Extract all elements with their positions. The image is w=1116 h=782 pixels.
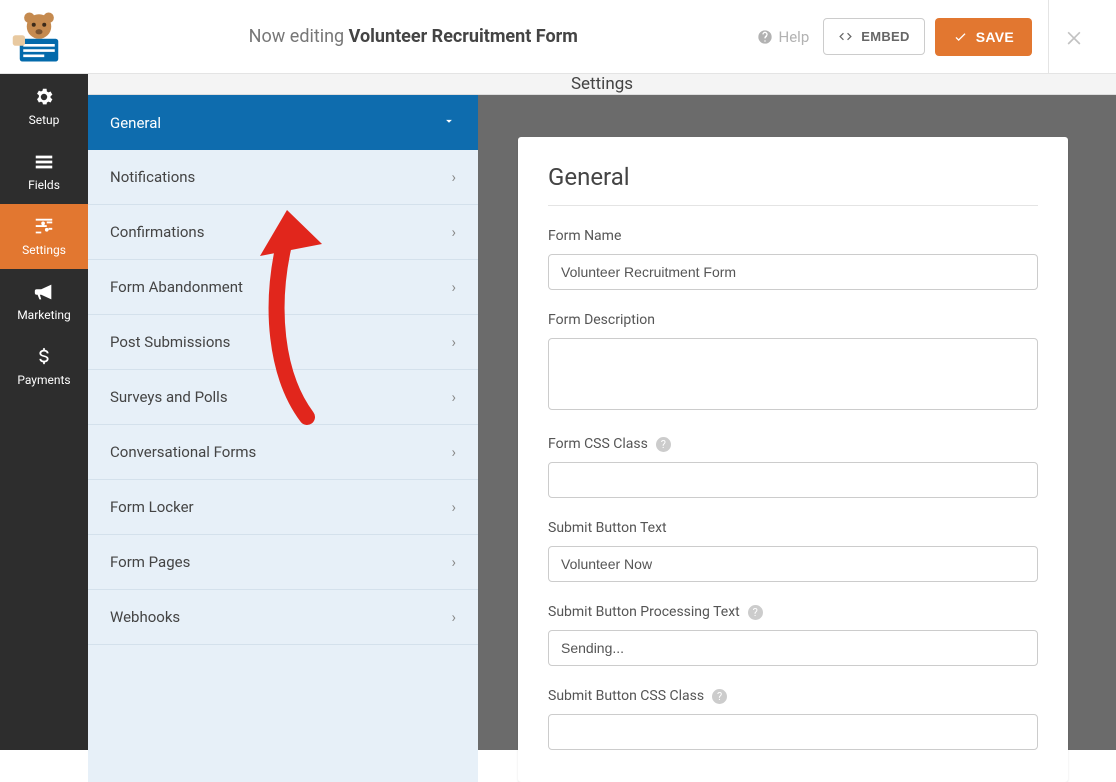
- chevron-down-icon: [442, 114, 456, 132]
- sidenav-label: Settings: [22, 243, 66, 257]
- chevron-right-icon: ›: [451, 608, 456, 626]
- chevron-right-icon: ›: [451, 223, 456, 241]
- nav-label: Post Submissions: [110, 333, 230, 351]
- help-link[interactable]: Help: [757, 28, 810, 46]
- submit-css-input[interactable]: [548, 714, 1038, 750]
- settings-nav-surveys[interactable]: Surveys and Polls ›: [88, 370, 478, 425]
- close-button[interactable]: [1048, 0, 1098, 74]
- chevron-right-icon: ›: [451, 168, 456, 186]
- sidenav-label: Payments: [17, 373, 70, 387]
- tab-title: Settings: [88, 74, 1116, 95]
- form-name-label: Form Name: [548, 228, 1038, 244]
- css-class-input[interactable]: [548, 462, 1038, 498]
- css-class-label: Form CSS Class ?: [548, 436, 1038, 452]
- help-label: Help: [779, 28, 810, 46]
- embed-button[interactable]: EMBED: [823, 18, 924, 55]
- submit-proc-input[interactable]: [548, 630, 1038, 666]
- form-desc-input[interactable]: [548, 338, 1038, 410]
- nav-label: Webhooks: [110, 608, 180, 626]
- settings-nav-post[interactable]: Post Submissions ›: [88, 315, 478, 370]
- sidenav-label: Setup: [29, 113, 60, 127]
- embed-label: EMBED: [861, 29, 909, 44]
- settings-nav: General Notifications › Confirmations › …: [88, 95, 478, 782]
- chevron-right-icon: ›: [451, 278, 456, 296]
- topbar: Now editing Volunteer Recruitment Form H…: [0, 0, 1116, 74]
- help-icon[interactable]: ?: [748, 605, 763, 620]
- close-icon: [1064, 27, 1084, 47]
- help-icon[interactable]: ?: [712, 689, 727, 704]
- nav-label: Form Abandonment: [110, 278, 243, 296]
- now-editing-label: Now editing: [249, 26, 344, 47]
- nav-label: Surveys and Polls: [110, 388, 228, 406]
- submit-proc-label: Submit Button Processing Text ?: [548, 604, 1038, 620]
- main: Setup Fields Settings Marketing Payments…: [0, 74, 1116, 750]
- save-label: SAVE: [976, 29, 1014, 45]
- settings-nav-confirmations[interactable]: Confirmations ›: [88, 205, 478, 260]
- nav-label: Form Locker: [110, 498, 194, 516]
- general-panel: General Form Name Form Description Form …: [518, 137, 1068, 782]
- sidenav-label: Marketing: [17, 308, 71, 322]
- submit-text-label: Submit Button Text: [548, 520, 1038, 536]
- submit-css-label: Submit Button CSS Class ?: [548, 688, 1038, 704]
- check-icon: [953, 29, 968, 44]
- form-title: Volunteer Recruitment Form: [349, 26, 578, 47]
- nav-label: Form Pages: [110, 553, 190, 571]
- settings-nav-notifications[interactable]: Notifications ›: [88, 150, 478, 205]
- form-desc-label: Form Description: [548, 312, 1038, 328]
- nav-label: Confirmations: [110, 223, 204, 241]
- chevron-right-icon: ›: [451, 333, 456, 351]
- save-button[interactable]: SAVE: [935, 18, 1032, 56]
- sidenav: Setup Fields Settings Marketing Payments: [0, 74, 88, 750]
- panel-area: General Form Name Form Description Form …: [478, 95, 1116, 782]
- nav-label: Conversational Forms: [110, 443, 256, 461]
- dollar-icon: [33, 346, 55, 368]
- sidenav-marketing[interactable]: Marketing: [0, 269, 88, 334]
- form-name-input[interactable]: [548, 254, 1038, 290]
- chevron-right-icon: ›: [451, 498, 456, 516]
- settings-nav-locker[interactable]: Form Locker ›: [88, 480, 478, 535]
- content-wrap: Settings General Notifications › Confirm…: [88, 74, 1116, 750]
- sliders-icon: [33, 216, 55, 238]
- list-icon: [33, 151, 55, 173]
- submit-text-input[interactable]: [548, 546, 1038, 582]
- chevron-right-icon: ›: [451, 443, 456, 461]
- settings-nav-webhooks[interactable]: Webhooks ›: [88, 590, 478, 645]
- chevron-right-icon: ›: [451, 553, 456, 571]
- gear-icon: [33, 86, 55, 108]
- panel-title: General: [548, 163, 1038, 206]
- sidenav-fields[interactable]: Fields: [0, 139, 88, 204]
- sidenav-setup[interactable]: Setup: [0, 74, 88, 139]
- page-title: Now editing Volunteer Recruitment Form: [70, 26, 757, 47]
- settings-nav-abandonment[interactable]: Form Abandonment ›: [88, 260, 478, 315]
- content: General Notifications › Confirmations › …: [88, 95, 1116, 782]
- help-icon[interactable]: ?: [656, 437, 671, 452]
- sidenav-label: Fields: [28, 178, 60, 192]
- bullhorn-icon: [33, 281, 55, 303]
- app-logo: [8, 7, 70, 67]
- help-icon: [757, 29, 773, 45]
- sidenav-payments[interactable]: Payments: [0, 334, 88, 399]
- chevron-right-icon: ›: [451, 388, 456, 406]
- settings-nav-conversational[interactable]: Conversational Forms ›: [88, 425, 478, 480]
- nav-label: Notifications: [110, 168, 195, 186]
- nav-label: General: [110, 114, 161, 132]
- settings-nav-general[interactable]: General: [88, 95, 478, 150]
- sidenav-settings[interactable]: Settings: [0, 204, 88, 269]
- code-icon: [838, 29, 853, 44]
- settings-nav-pages[interactable]: Form Pages ›: [88, 535, 478, 590]
